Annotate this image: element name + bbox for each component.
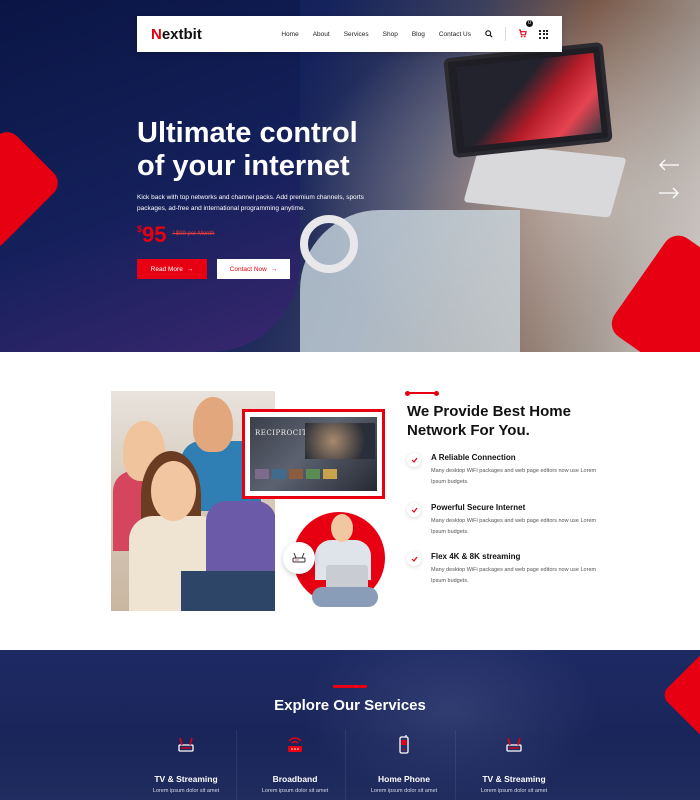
nav-item-about[interactable]: About: [313, 31, 330, 38]
feature-text: Many desktop WiFi packages and web page …: [431, 518, 597, 535]
navbar: Nextbit Home About Services Shop Blog Co…: [137, 16, 562, 52]
feature-text: Many desktop WiFi packages and web page …: [431, 468, 597, 485]
services-section: Explore Our Services TV & Streaming Lore…: [0, 650, 700, 800]
feature-text: Many desktop WiFi packages and web page …: [431, 567, 597, 584]
section-accent-line: [333, 685, 367, 688]
price-value: 95: [142, 222, 167, 247]
divider: [345, 730, 346, 800]
arrow-right-icon: →: [186, 265, 194, 273]
nav-item-shop[interactable]: Shop: [383, 31, 398, 38]
slider-prev-arrow-icon[interactable]: [658, 158, 680, 172]
service-card-home-phone[interactable]: Home Phone Lorem ipsum dolor sit amet: [354, 735, 454, 794]
router-icon: [283, 542, 315, 574]
nav-item-home[interactable]: Home: [281, 31, 298, 38]
cart-count-badge: 0: [526, 20, 533, 27]
phone-icon: [354, 735, 454, 757]
check-icon: [407, 552, 421, 566]
divider: [455, 730, 456, 800]
nav-icons: 0: [485, 20, 548, 43]
hero-section: Nextbit Home About Services Shop Blog Co…: [0, 0, 700, 352]
wifi-router-icon: [245, 735, 345, 757]
hero-title: Ultimate control of your internet: [137, 117, 358, 182]
read-more-button[interactable]: Read More →: [137, 259, 207, 279]
boy-legs-image: [312, 587, 378, 607]
service-name: TV & Streaming: [154, 774, 218, 784]
arrow-right-icon: →: [270, 265, 278, 273]
check-icon: [407, 453, 421, 467]
menu-grid-icon[interactable]: [539, 29, 548, 39]
feature-title: Flex 4K & 8K streaming: [431, 552, 521, 561]
nav-item-blog[interactable]: Blog: [412, 31, 425, 38]
divider: [236, 730, 237, 800]
service-description: Lorem ipsum dolor sit amet: [152, 788, 220, 794]
nav-links: Home About Services Shop Blog Contact Us: [281, 31, 471, 38]
router-icon: [464, 735, 564, 757]
service-card-tv-streaming[interactable]: TV & Streaming Lorem ipsum dolor sit ame…: [464, 735, 564, 794]
nav-item-services[interactable]: Services: [344, 31, 369, 38]
headphones-image: [300, 215, 358, 273]
hero-price: $ 95 / $99 per Month: [137, 222, 215, 248]
nav-item-contact[interactable]: Contact Us: [439, 31, 471, 38]
service-description: Lorem ipsum dolor sit amet: [261, 788, 329, 794]
about-title: We Provide Best Home Network For You.: [407, 403, 571, 439]
slider-next-arrow-icon[interactable]: [658, 186, 680, 200]
router-icon: [136, 735, 236, 757]
service-description: Lorem ipsum dolor sit amet: [370, 788, 438, 794]
feature-title: A Reliable Connection: [431, 453, 516, 462]
tv-screen-image: RECIPROCITY: [242, 409, 385, 499]
service-card-broadband[interactable]: Broadband Lorem ipsum dolor sit amet: [245, 735, 345, 794]
search-icon[interactable]: [485, 25, 493, 43]
cart-icon[interactable]: 0: [518, 20, 533, 43]
section-accent-line: [405, 390, 439, 396]
service-name: TV & Streaming: [482, 774, 546, 784]
laptop-image: [443, 41, 613, 159]
contact-now-button[interactable]: Contact Now →: [217, 259, 290, 279]
service-description: Lorem ipsum dolor sit amet: [480, 788, 548, 794]
service-card-tv-streaming[interactable]: TV & Streaming Lorem ipsum dolor sit ame…: [136, 735, 236, 794]
logo[interactable]: Nextbit: [151, 26, 202, 43]
service-name: Broadband: [272, 774, 318, 784]
tv-show-title: RECIPROCITY: [255, 429, 313, 437]
feature-title: Powerful Secure Internet: [431, 503, 526, 512]
service-name: Home Phone: [378, 774, 430, 784]
nav-divider: [505, 27, 506, 41]
services-title: Explore Our Services: [274, 697, 426, 714]
hero-description: Kick back with top networks and channel …: [137, 194, 364, 212]
check-icon: [407, 503, 421, 517]
price-period: / $99 per Month: [172, 231, 215, 237]
